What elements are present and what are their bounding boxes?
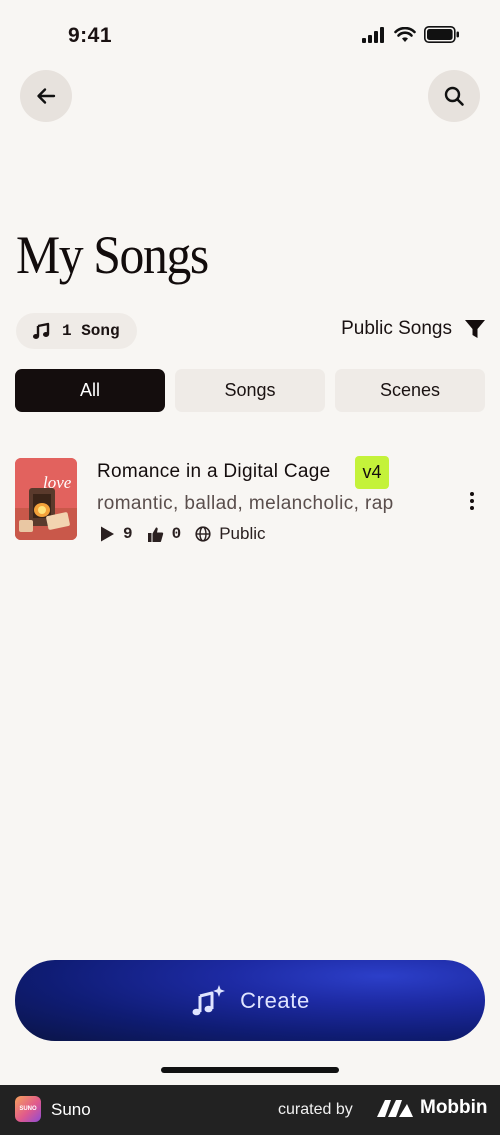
thumbs-up-icon[interactable] [147, 526, 164, 543]
arrow-left-icon [37, 88, 56, 104]
version-badge: v4 [355, 456, 389, 489]
song-count-badge: 1 Song [16, 313, 137, 349]
create-label: Create [240, 987, 310, 1013]
mobbin-name: Mobbin [420, 1097, 488, 1118]
music-note-icon [33, 322, 50, 339]
song-tags: romantic, ballad, melancholic, rap [97, 493, 394, 514]
song-meta: 9 0 Public [99, 524, 266, 544]
suno-app-icon: SUNO [15, 1096, 41, 1122]
battery-icon [424, 26, 459, 43]
status-time: 9:41 [68, 24, 113, 47]
more-options-button[interactable] [459, 486, 485, 516]
song-title: Romance in a Digital Cage [97, 461, 331, 482]
mobbin-logo-icon [377, 1100, 413, 1117]
page-title: My Songs [16, 225, 209, 285]
cover-artwork: love [15, 458, 77, 540]
play-count: 9 [123, 525, 133, 543]
app-icon-text: SUNO [19, 1106, 37, 1112]
play-icon [101, 526, 114, 542]
home-indicator [161, 1067, 339, 1073]
song-list-item[interactable]: love Romance in a Digital Cage v4 romant… [15, 456, 485, 546]
filter-funnel-icon [465, 320, 485, 338]
cellular-signal-icon [362, 26, 384, 43]
visibility-label: Public [219, 524, 266, 543]
like-count: 0 [171, 525, 182, 543]
music-sparkle-icon [192, 984, 226, 1015]
cover-love-text: love [43, 473, 72, 492]
curated-by-label: curated by [278, 1101, 353, 1118]
filter-label: Public Songs [341, 318, 452, 339]
mobbin-brand: Mobbin [376, 1097, 488, 1119]
dot [470, 506, 474, 510]
footer-bar: SUNO Suno curated by Mobbin [0, 1085, 500, 1135]
status-bar: 9:41 [0, 0, 500, 72]
song-cover-image[interactable]: love [15, 458, 77, 540]
create-button[interactable]: Create [15, 960, 485, 1041]
wifi-icon [394, 26, 416, 42]
status-icons [362, 26, 460, 43]
dot [470, 499, 474, 503]
footer-app-name: Suno [51, 1100, 91, 1119]
tab-all[interactable]: All [15, 369, 165, 412]
search-icon [444, 86, 464, 106]
globe-icon [195, 526, 211, 542]
search-button[interactable] [428, 70, 480, 122]
tab-bar: All Songs Scenes [15, 369, 485, 412]
tab-songs[interactable]: Songs [175, 369, 325, 412]
song-count-label: 1 Song [62, 322, 120, 340]
dot [470, 492, 474, 496]
tab-scenes[interactable]: Scenes [335, 369, 485, 412]
back-button[interactable] [20, 70, 72, 122]
public-songs-filter[interactable]: Public Songs [341, 318, 486, 340]
